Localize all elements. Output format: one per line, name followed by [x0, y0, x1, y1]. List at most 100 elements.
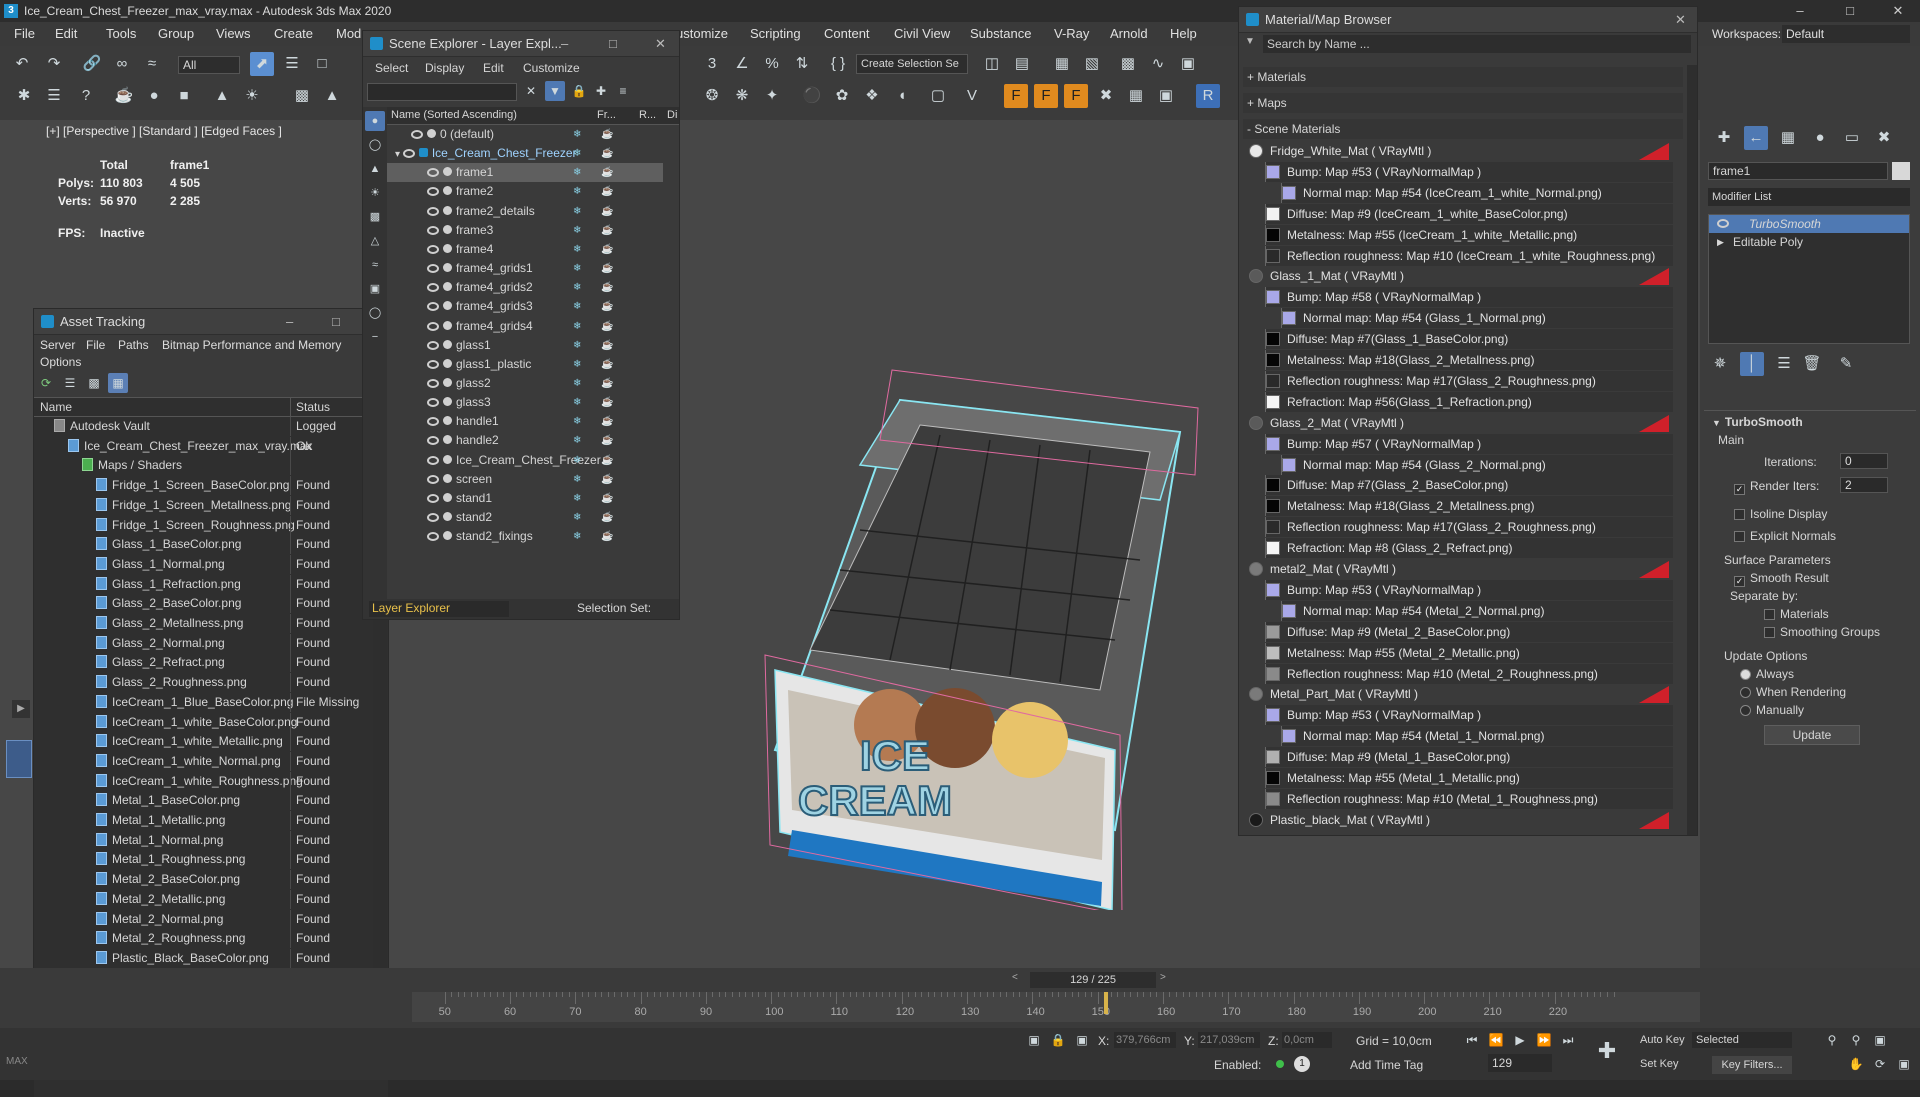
selection-lock-icon[interactable]: 🔒 — [1048, 1030, 1068, 1050]
scene-object-row[interactable]: glass1 ❄ ☕ — [387, 336, 663, 355]
scene-object-row[interactable]: 0 (default) ❄ ☕ — [387, 125, 663, 144]
menu-create[interactable]: Create — [274, 22, 313, 46]
asset-row[interactable]: Metal_2_Metallic.png Found — [34, 889, 372, 909]
spinner-snap-icon[interactable]: ⇅ — [790, 52, 814, 76]
smooth-result-checkbox[interactable]: ✓ Smooth Result — [1734, 571, 1829, 587]
renderable-teapot-icon[interactable]: ☕ — [601, 508, 613, 527]
map-row[interactable]: Normal map: Map #54 (Glass_1_Normal.png) — [1281, 308, 1673, 329]
asset-row[interactable]: Metal_1_BaseColor.png Found — [34, 791, 372, 811]
rollout-title[interactable]: ▼ TurboSmooth — [1712, 415, 1803, 429]
asset-row[interactable]: Metal_1_Normal.png Found — [34, 830, 372, 850]
menu-substance[interactable]: Substance — [970, 22, 1031, 46]
maximize-button[interactable]: □ — [609, 31, 617, 57]
vray-render-icon[interactable]: ❂ — [700, 84, 724, 108]
asset-row[interactable]: Glass_2_Metallness.png Found — [34, 614, 372, 633]
zoom-icon[interactable]: ⚲ — [1822, 1030, 1842, 1050]
renderable-teapot-icon[interactable]: ☕ — [601, 527, 613, 546]
asset-row[interactable]: Glass_2_Roughness.png Found — [34, 673, 372, 693]
set-key-button[interactable]: Set Key — [1640, 1058, 1679, 1070]
menu-group[interactable]: Group — [158, 22, 194, 46]
freeze-icon[interactable]: ❄ — [573, 297, 581, 316]
freeze-icon[interactable]: ❄ — [573, 336, 581, 355]
sphere-icon[interactable]: ● — [142, 84, 166, 108]
map-row[interactable]: Normal map: Map #54 (IceCream_1_white_No… — [1281, 182, 1673, 203]
column-render[interactable]: R... — [639, 109, 656, 121]
visibility-eye-icon[interactable] — [427, 244, 439, 254]
render-iters-spinner[interactable]: 2 — [1840, 477, 1888, 493]
menu-edit[interactable]: Edit — [483, 61, 504, 75]
map-row[interactable]: Metalness: Map #55 (Metal_2_Metallic.png… — [1265, 642, 1673, 663]
undo-icon[interactable]: ↶ — [10, 52, 34, 76]
vray-plane-icon[interactable]: ▢ — [926, 84, 950, 108]
freeze-icon[interactable]: ❄ — [573, 355, 581, 374]
renderable-teapot-icon[interactable]: ☕ — [601, 221, 613, 240]
lock-icon[interactable]: 🔒 — [569, 81, 589, 101]
renderable-teapot-icon[interactable]: ☕ — [601, 470, 613, 489]
freeze-icon[interactable]: ❄ — [573, 393, 581, 412]
asset-row[interactable]: Ice_Cream_Chest_Freezer_max_vray.max Ok — [34, 436, 372, 456]
show-end-result-icon[interactable]: │ — [1740, 352, 1764, 376]
menu-civil-view[interactable]: Civil View — [894, 22, 950, 46]
scene-object-row[interactable]: frame4_grids2 ❄ ☕ — [387, 278, 663, 297]
material-browser-titlebar[interactable]: Material/Map Browser ✕ — [1239, 7, 1697, 33]
align-icon[interactable]: ▤ — [1010, 52, 1034, 76]
display-groups-icon[interactable]: ▣ — [365, 279, 385, 299]
create-panel-icon[interactable]: ✚ — [1712, 126, 1736, 150]
scene-explorer-titlebar[interactable]: Scene Explorer - Layer Expl... – □ ✕ — [363, 31, 679, 57]
menu-help[interactable]: Help — [1170, 22, 1197, 46]
close-button[interactable]: ✕ — [1675, 7, 1686, 33]
asset-row[interactable]: IceCream_1_white_Normal.png Found — [34, 751, 372, 771]
map-row[interactable]: Refraction: Map #8 (Glass_2_Refract.png) — [1265, 538, 1673, 559]
set-key-big-icon[interactable]: ✚ — [1592, 1036, 1622, 1066]
freeze-icon[interactable]: ❄ — [573, 527, 581, 546]
time-slider[interactable]: 129 / 225 — [1030, 972, 1156, 988]
map-row[interactable]: Normal map: Map #54 (Glass_2_Normal.png) — [1281, 454, 1673, 475]
renderable-teapot-icon[interactable]: ☕ — [601, 451, 613, 470]
stack-editable-poly[interactable]: ▶ Editable Poly — [1709, 233, 1909, 251]
renderable-teapot-icon[interactable]: ☕ — [601, 202, 613, 221]
scene-object-row[interactable]: glass1_plastic ❄ ☕ — [387, 355, 663, 374]
visibility-eye-icon[interactable] — [427, 532, 439, 542]
freezer-model[interactable]: ICE CREAM — [740, 270, 1240, 910]
isolate-selection-icon[interactable]: ▣ — [1024, 1030, 1044, 1050]
freeze-icon[interactable]: ❄ — [573, 125, 581, 144]
go-to-start-icon[interactable]: ⏮ — [1462, 1030, 1482, 1050]
modify-panel-icon[interactable]: ← — [1744, 126, 1768, 150]
object-name-input[interactable]: frame1 — [1708, 162, 1888, 180]
renderable-teapot-icon[interactable]: ☕ — [601, 336, 613, 355]
display-geometry-icon[interactable]: ◯ — [365, 135, 385, 155]
update-button[interactable]: Update — [1764, 725, 1860, 745]
display-cameras-icon[interactable]: ▩ — [365, 207, 385, 227]
renderable-teapot-icon[interactable]: ☕ — [601, 297, 613, 316]
next-frame-icon[interactable]: > — [1160, 972, 1166, 983]
auto-key-button[interactable]: Auto Key — [1640, 1034, 1685, 1046]
maximize-button[interactable]: □ — [1830, 0, 1870, 22]
asset-row[interactable]: Glass_1_Refraction.png Found — [34, 574, 372, 594]
render-iters-check-icon[interactable]: ✓ — [1734, 484, 1745, 495]
grid-tool-icon[interactable]: ▦ — [1124, 84, 1148, 108]
enabled-status-icon[interactable] — [1276, 1060, 1284, 1068]
asset-row[interactable]: Metal_1_Roughness.png Found — [34, 850, 372, 870]
track-bar[interactable]: 50 60 70 80 90 100 110 120 130 140 150 160 170 180 190… — [412, 992, 1700, 1022]
map-row[interactable]: Refraction: Map #56(Glass_1_Refraction.p… — [1265, 391, 1673, 412]
previous-frame-icon[interactable]: < — [1012, 972, 1018, 983]
named-selection-set-select[interactable]: Create Selection Se — [856, 54, 968, 74]
map-row[interactable]: Diffuse: Map #9 (IceCream_1_white_BaseCo… — [1265, 203, 1673, 224]
map-row[interactable]: Bump: Map #53 ( VRayNormalMap ) — [1265, 705, 1673, 726]
map-row[interactable]: Reflection roughness: Map #10 (Metal_2_R… — [1265, 663, 1673, 684]
material-row[interactable]: Fridge_White_Mat ( VRayMtl ) — [1249, 141, 1673, 161]
list-view-icon[interactable]: ☰ — [60, 373, 80, 393]
freeze-icon[interactable]: ❄ — [573, 412, 581, 431]
freeze-icon[interactable]: ❄ — [573, 259, 581, 278]
ribbon-icon[interactable]: ▩ — [1116, 52, 1140, 76]
asset-row[interactable]: Glass_2_BaseColor.png Found — [34, 594, 372, 614]
renderable-teapot-icon[interactable]: ☕ — [601, 278, 613, 297]
visibility-eye-icon[interactable] — [427, 206, 439, 216]
visibility-eye-icon[interactable] — [402, 149, 415, 159]
vray-logo-icon[interactable]: V — [960, 84, 984, 108]
previous-key-icon[interactable]: ⏪ — [1486, 1030, 1506, 1050]
map-row[interactable]: Metalness: Map #55 (IceCream_1_white_Met… — [1265, 224, 1673, 245]
options-dropdown-icon[interactable]: ▼ — [1245, 36, 1255, 47]
renderable-teapot-icon[interactable]: ☕ — [601, 240, 613, 259]
link-icon[interactable]: 🔗 — [80, 52, 104, 76]
